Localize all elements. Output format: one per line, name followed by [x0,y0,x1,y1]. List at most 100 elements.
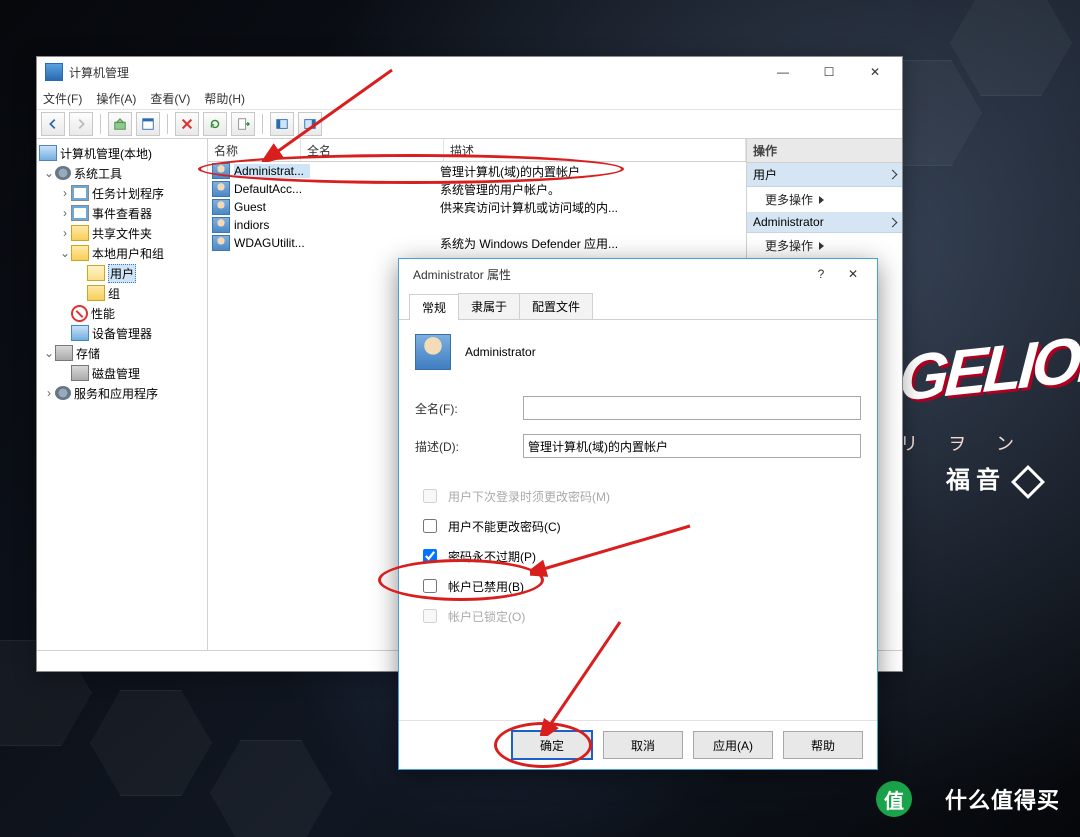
tree-perf[interactable]: 性能 [91,305,115,322]
expander-icon[interactable]: › [43,386,55,400]
toolbar-pane2-button[interactable] [298,112,322,136]
list-item[interactable]: indiors [208,216,746,234]
ok-button[interactable]: 确定 [511,730,593,760]
menu-action[interactable]: 操作(A) [96,90,136,107]
minimize-button[interactable]: — [760,58,806,86]
chk-never-expires[interactable]: 密码永不过期(P) [415,546,861,566]
maximize-button[interactable]: ☐ [806,58,852,86]
menu-view[interactable]: 查看(V) [150,90,190,107]
col-fullname[interactable]: 全名 [301,139,444,161]
tree-root[interactable]: 计算机管理(本地) [60,145,152,162]
description-input[interactable] [523,434,861,458]
tree-systools[interactable]: 系统工具 [74,165,122,182]
tree-svc[interactable]: 服务和应用程序 [74,385,158,402]
action-more[interactable]: 更多操作 [747,187,902,212]
chk-label: 用户不能更改密码(C) [448,518,561,535]
tree-users[interactable]: 用户 [108,264,136,283]
chk-account-disabled[interactable]: 帐户已禁用(B) [415,576,861,596]
toolbar-pane1-button[interactable] [270,112,294,136]
dialog-titlebar[interactable]: Administrator 属性 ? ✕ [399,259,877,289]
checkbox[interactable] [423,519,437,533]
user-icon [212,163,230,179]
fullname-input[interactable] [523,396,861,420]
dialog-content: Administrator 全名(F): 描述(D): 用户下次登录时须更改密码… [399,320,877,720]
actions-group-admin[interactable]: Administrator [747,212,902,233]
help-button[interactable]: 帮助 [783,731,863,759]
menubar: 文件(F) 操作(A) 查看(V) 帮助(H) [37,87,902,109]
menu-help[interactable]: 帮助(H) [204,90,245,107]
menu-file[interactable]: 文件(F) [43,90,82,107]
chevron-up-icon [888,170,898,180]
checkbox [423,489,437,503]
tree-event[interactable]: 事件查看器 [92,205,152,222]
chk-change-next-logon: 用户下次登录时须更改密码(M) [415,486,861,506]
close-button[interactable]: ✕ [852,58,898,86]
dialog-close-button[interactable]: ✕ [833,260,873,288]
expander-icon[interactable]: ⌄ [59,246,71,260]
fullname-label: 全名(F): [415,400,523,417]
toolbar-export-button[interactable] [231,112,255,136]
performance-icon [71,305,88,322]
toolbar-up-button[interactable] [108,112,132,136]
watermark-badge: 值 [876,781,912,817]
cell-name: Administrat... [234,164,310,178]
toolbar-delete-button[interactable] [175,112,199,136]
cell-desc: 系统为 Windows Defender 应用... [440,235,618,252]
username-label: Administrator [465,345,536,359]
dialog-buttons: 确定 取消 应用(A) 帮助 [399,720,877,769]
list-item[interactable]: Administrat...管理计算机(域)的内置帐户 [208,162,746,180]
tree-shared[interactable]: 共享文件夹 [92,225,152,242]
col-name[interactable]: 名称 [208,139,301,161]
actions-group-user[interactable]: 用户 [747,163,902,187]
scheduler-icon [71,185,89,201]
action-more[interactable]: 更多操作 [747,233,902,258]
tree-dev[interactable]: 设备管理器 [92,325,152,342]
folder-icon [87,265,105,281]
apply-button[interactable]: 应用(A) [693,731,773,759]
tab-profile[interactable]: 配置文件 [519,293,593,319]
checkbox[interactable] [423,579,437,593]
chk-label: 帐户已禁用(B) [448,578,524,595]
list-item[interactable]: WDAGUtilit... 系统为 Windows Defender 应用... [208,234,746,252]
tree-groups[interactable]: 组 [108,285,120,302]
nav-back-button[interactable] [41,112,65,136]
titlebar[interactable]: 计算机管理 — ☐ ✕ [37,57,902,87]
app-icon [45,63,63,81]
list-item[interactable]: DefaultAcc... 系统管理的用户帐户。 [208,180,746,198]
col-desc[interactable]: 描述 [444,139,746,161]
expander-icon[interactable]: › [59,186,71,200]
column-header[interactable]: 名称 全名 描述 [208,139,746,162]
localusers-icon [71,245,89,261]
tree-storage[interactable]: 存储 [76,345,100,362]
nav-forward-button[interactable] [69,112,93,136]
toolbar-props-button[interactable] [136,112,160,136]
checkbox[interactable] [423,549,437,563]
chk-cannot-change[interactable]: 用户不能更改密码(C) [415,516,861,536]
tab-general[interactable]: 常规 [409,294,459,320]
expander-icon[interactable]: ⌄ [43,166,55,180]
list-item[interactable]: Guest供来宾访问计算机或访问域的内... [208,198,746,216]
shared-icon [71,225,89,241]
properties-dialog: Administrator 属性 ? ✕ 常规 隶属于 配置文件 Adminis… [398,258,878,770]
cell-desc: 供来宾访问计算机或访问域的内... [440,199,618,216]
expander-icon[interactable]: › [59,206,71,220]
help-button[interactable]: ? [809,267,833,281]
cancel-button[interactable]: 取消 [603,731,683,759]
toolbar-refresh-button[interactable] [203,112,227,136]
tab-memberof[interactable]: 隶属于 [458,293,520,319]
device-icon [71,325,89,341]
tree-disk[interactable]: 磁盘管理 [92,365,140,382]
nav-tree[interactable]: 计算机管理(本地) ⌄ 系统工具 › 任务计划程序 › 事件查看器 › 共享文件夹 ⌄ 本… [37,139,208,650]
cell-name: WDAGUtilit... [234,236,310,250]
cell-desc: 系统管理的用户帐户。 [440,181,560,198]
user-icon [212,199,230,215]
disk-icon [71,365,89,381]
tree-task[interactable]: 任务计划程序 [92,185,164,202]
watermark-text: 什么值得买 [945,783,1060,815]
chevron-up-icon [888,217,898,227]
expander-icon[interactable]: › [59,226,71,240]
cell-name: DefaultAcc... [234,182,310,196]
tree-localusers[interactable]: 本地用户和组 [92,245,164,262]
expander-icon[interactable]: ⌄ [43,346,55,360]
triangle-icon [819,242,824,250]
